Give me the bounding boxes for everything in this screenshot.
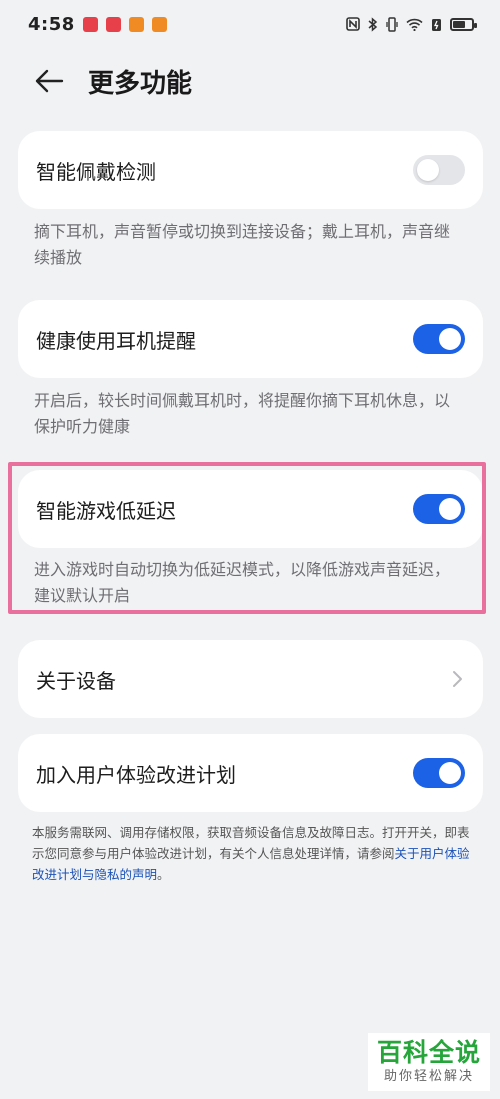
ux-plan-toggle[interactable] bbox=[413, 758, 465, 788]
privacy-note: 本服务需联网、调用存储权限，获取音频设备信息及故障日志。打开开关，即表示您同意参… bbox=[32, 822, 472, 885]
setting-description: 摘下耳机，声音暂停或切换到连接设备；戴上耳机，声音继续播放 bbox=[34, 222, 451, 267]
nfc-icon bbox=[346, 17, 360, 31]
toggle-knob bbox=[439, 328, 461, 350]
header: 更多功能 bbox=[0, 52, 500, 110]
privacy-note-period: 。 bbox=[157, 867, 170, 882]
vibrate-icon bbox=[386, 16, 398, 32]
setting-description: 开启后，较长时间佩戴耳机时，将提醒你摘下耳机休息，以保护听力健康 bbox=[34, 391, 451, 436]
bluetooth-icon bbox=[368, 16, 378, 32]
health-remind-toggle[interactable] bbox=[413, 324, 465, 354]
toggle-knob bbox=[439, 762, 461, 784]
ux-plan-label: 加入用户体验改进计划 bbox=[36, 762, 236, 787]
watermark-brand: 百科全说 bbox=[376, 1038, 481, 1067]
page-title: 更多功能 bbox=[88, 68, 193, 99]
watermark-tagline: 助你轻松解决 bbox=[383, 1069, 474, 1084]
app-notification-icon bbox=[128, 16, 144, 32]
watermark: 百科全说 助你轻松解决 bbox=[368, 1033, 490, 1091]
app-notification-icon bbox=[82, 16, 98, 32]
back-button[interactable] bbox=[14, 52, 84, 110]
setting-label: 智能佩戴检测 bbox=[36, 159, 156, 184]
back-arrow-icon bbox=[35, 69, 64, 93]
setting-card-wear-detect[interactable]: 智能佩戴检测 bbox=[18, 131, 483, 209]
app-notification-icon bbox=[105, 16, 121, 32]
wifi-icon bbox=[406, 18, 423, 31]
battery-icon bbox=[450, 17, 477, 31]
app-notification-icon bbox=[151, 16, 167, 32]
status-right bbox=[346, 16, 477, 32]
about-device-row[interactable]: 关于设备 bbox=[18, 640, 483, 718]
chevron-right-icon bbox=[453, 671, 462, 687]
wear-detect-toggle[interactable] bbox=[413, 155, 465, 185]
status-time: 4:58 bbox=[28, 13, 75, 35]
status-bar: 4:58 bbox=[0, 0, 500, 48]
setting-card-health-remind[interactable]: 健康使用耳机提醒 bbox=[18, 300, 483, 378]
setting-label: 健康使用耳机提醒 bbox=[36, 328, 196, 353]
toggle-knob bbox=[417, 159, 439, 181]
about-device-label: 关于设备 bbox=[36, 668, 116, 693]
battery-saver-icon bbox=[432, 18, 441, 31]
status-left: 4:58 bbox=[28, 14, 167, 35]
setting-card-ux-plan[interactable]: 加入用户体验改进计划 bbox=[18, 734, 483, 812]
highlight-box bbox=[8, 462, 486, 614]
